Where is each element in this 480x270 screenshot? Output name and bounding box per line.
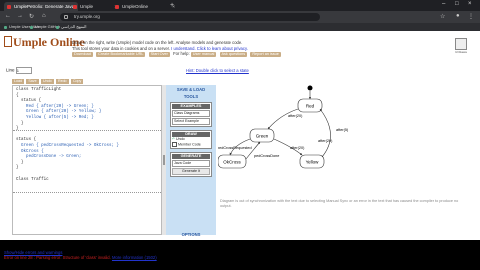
code-text[interactable]: class TrafficLight{ status { Red { after… — [16, 88, 119, 183]
example-category-select[interactable]: Class Diagrams — [172, 110, 210, 117]
uottawa-label: UOttawa — [455, 50, 467, 54]
storage-notice: This tool stores your data in cookies an… — [72, 45, 170, 51]
tab-bar: UmplePetrolio: Generate Java × Umple × U… — [0, 0, 480, 11]
sync-warning-text: Diagram is out of synchronization with t… — [220, 199, 459, 208]
tab-label: Umple — [80, 4, 94, 9]
state-yellow-label: Yellow — [306, 160, 320, 165]
transition-label: after(20) — [290, 146, 305, 150]
state-diagram-canvas[interactable]: Red Green OkCross Yellow after(20) after… — [217, 85, 476, 235]
home-icon[interactable]: ⌂ — [42, 13, 46, 19]
example-select[interactable]: Select Example — [172, 118, 210, 125]
draw-box: DRAW ↶ Undo Member Code — [170, 130, 212, 150]
menu-icon[interactable]: ⋮ — [468, 13, 474, 20]
transition-yellow-red — [319, 108, 331, 158]
uottawa-logo: UOttawa — [454, 38, 468, 54]
maximize-icon[interactable]: □ — [455, 1, 459, 7]
save-load-header[interactable]: SAVE & LOAD — [166, 87, 216, 92]
error-message: Error on line 28 : Parsing error: Struct… — [4, 255, 157, 260]
tab-umple-java[interactable]: UmplePetrolio: Generate Java × — [4, 2, 78, 11]
more-info-link[interactable]: More information (1502) — [112, 255, 157, 260]
draw-member-code-item[interactable]: Member Code — [172, 142, 210, 147]
profile-icon[interactable]: ● — [456, 13, 460, 19]
lock-icon — [64, 15, 68, 19]
new-tab-icon[interactable]: + — [170, 2, 174, 10]
code-line[interactable]: Class Traffic — [16, 178, 119, 184]
copy-button[interactable]: Copy — [70, 79, 84, 84]
minimize-icon[interactable]: – — [442, 1, 445, 7]
transition-label: pedCrossDone — [254, 154, 279, 158]
tab-label: UmplePetrolio: Generate Java — [14, 4, 75, 9]
line-jump: Line 1 — [6, 67, 32, 74]
error-text: Error on line 28 : Parsing error: Struct… — [4, 255, 111, 260]
understand-link[interactable]: I understand. — [171, 46, 195, 51]
member-code-label: Member Code — [178, 142, 201, 147]
code-separator — [13, 192, 161, 193]
umple-page: Umple Online Draw on the right, write (U… — [0, 31, 480, 240]
browser-window: UmplePetrolio: Generate Java × Umple × U… — [0, 0, 480, 240]
initial-state-dot — [307, 85, 313, 91]
address-bar: ← → ↻ ⌂ try.umple.org ☆ ● ⋮ — [0, 11, 480, 23]
instructions: Draw on the right, write (Umple) model c… — [72, 40, 302, 57]
transition-label: after(20) — [288, 114, 303, 118]
privacy-link[interactable]: Click to learn about privacy. — [197, 46, 248, 51]
back-icon[interactable]: ← — [5, 13, 11, 19]
generate-box: GENERATE Java Code Generate It — [170, 152, 212, 178]
tab-favicon — [7, 4, 11, 9]
close-window-icon[interactable]: × — [468, 1, 472, 7]
url-field[interactable]: try.umple.org — [60, 13, 320, 21]
ask-questions-button[interactable]: Ask questions — [219, 52, 248, 57]
instruction-line-3: Download Create Bookmarkable URL Start O… — [72, 51, 302, 57]
save-button[interactable]: Save — [26, 79, 39, 84]
undo-icon: ↶ — [172, 137, 176, 141]
forward-icon[interactable]: → — [17, 13, 23, 19]
bookmark-curriculum[interactable]: المنهج الدراسي — [56, 23, 87, 31]
error-status: Show/Hide errors and warnings Error on l… — [4, 250, 157, 260]
transition-label: after(20) — [318, 139, 333, 143]
url-text: try.umple.org — [74, 14, 100, 19]
checkbox-icon[interactable] — [172, 142, 177, 147]
tab-umpleonline[interactable]: UmpleOnline × — [112, 2, 178, 11]
state-green-label: Green — [256, 134, 269, 139]
redo-button[interactable]: Redo — [55, 79, 69, 84]
options-header[interactable]: OPTIONS — [166, 232, 216, 237]
logo-u-icon — [4, 36, 12, 47]
uottawa-crest-icon — [455, 38, 467, 50]
state-okcross-label: OkCross — [223, 160, 241, 165]
start-over-button[interactable]: Start Over — [148, 52, 170, 57]
load-button[interactable]: Load — [12, 79, 24, 84]
examples-box: EXAMPLES Class Diagrams Select Example — [170, 102, 212, 127]
extensions-icon[interactable]: ☆ — [440, 13, 445, 20]
reload-icon[interactable]: ↻ — [29, 13, 34, 20]
code-editor[interactable]: class TrafficLight{ status { Red { after… — [12, 85, 162, 235]
bookmarkable-url-button[interactable]: Create Bookmarkable URL — [96, 52, 146, 57]
tab-favicon — [73, 4, 77, 9]
hint-link[interactable]: Hint: Double click to select a state — [186, 68, 249, 73]
transition-red-green — [267, 108, 299, 130]
user-manual-button[interactable]: User manual — [190, 52, 217, 57]
line-number-input[interactable]: 1 — [15, 67, 32, 74]
tab-favicon — [115, 4, 119, 9]
examples-title: EXAMPLES — [172, 104, 210, 109]
download-button[interactable]: Download — [72, 52, 93, 57]
generate-it-button[interactable]: Generate It — [172, 168, 210, 176]
draw-undo-label: Undo — [176, 137, 185, 141]
code-separator — [13, 130, 161, 131]
report-issue-button[interactable]: Report an issue — [250, 52, 281, 57]
transition-label: pedCrossRequested — [218, 146, 252, 150]
transition-label: after(5) — [336, 128, 349, 132]
generate-title: GENERATE — [172, 154, 210, 160]
line-label: Line — [6, 67, 15, 73]
tools-panel: SAVE & LOAD TOOLS EXAMPLES Class Diagram… — [166, 85, 216, 237]
tools-header[interactable]: TOOLS — [166, 94, 216, 99]
code-line[interactable]: Green { pedCrossRequested -> OkCross; } — [16, 144, 119, 150]
state-diagram: Red Green OkCross Yellow after(20) after… — [217, 85, 349, 169]
state-red-label: Red — [306, 104, 315, 109]
bookmarks-bar: Umple User Man Umple GitHub المنهج الدرا… — [0, 23, 480, 31]
help-label: For help: — [173, 51, 190, 56]
generate-language-select[interactable]: Java Code — [172, 160, 210, 168]
video-player-bar — [0, 262, 480, 270]
undo-button[interactable]: Undo — [40, 79, 54, 84]
editor-toolbar: Load Save Undo Redo Copy — [12, 78, 84, 84]
tab-label: UmpleOnline — [122, 4, 149, 9]
